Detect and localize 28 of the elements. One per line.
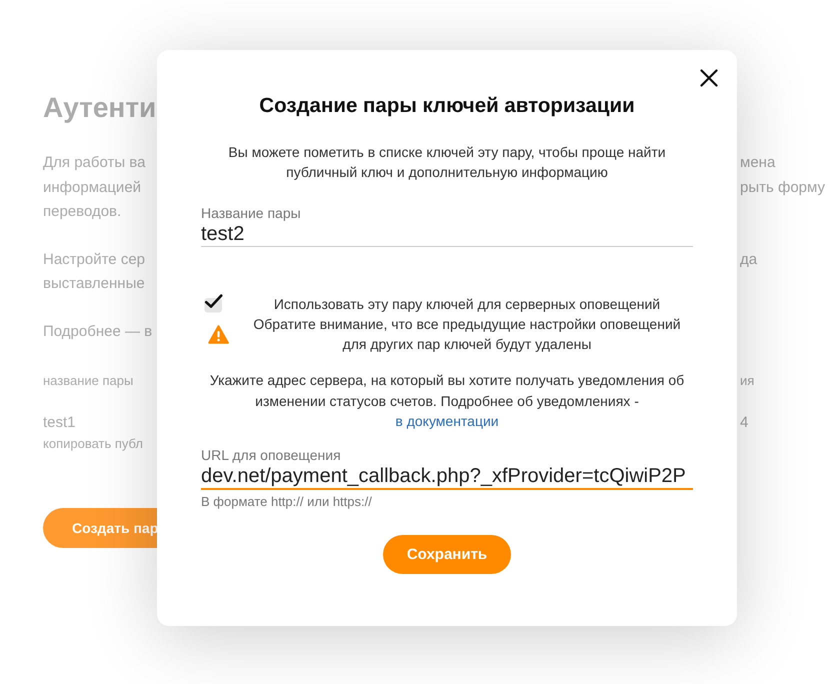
url-label: URL для оповещения — [201, 446, 342, 464]
url-format-hint: В формате http:// или https:// — [201, 494, 373, 510]
paragraph-text: выставленные — [43, 274, 145, 294]
table-cell-text: 4 — [740, 413, 748, 433]
paragraph-text: информацией — [43, 178, 142, 198]
server-info-text: Укажите адрес сервера, на который вы хотите получать уведомления об изменении статусов счетов. Подробнее об уведомлениях - в документации — [208, 371, 686, 431]
dialog-description: Вы можете пометить в списке ключей эту пару, чтобы проще найти публичный ключ и дополнительную информацию — [227, 143, 667, 182]
paragraph-text: Подробнее — в — [43, 322, 152, 342]
close-icon[interactable] — [700, 69, 718, 87]
warning-icon — [208, 324, 229, 344]
paragraph-text: мена — [740, 153, 776, 173]
paragraph-text: переводов. — [43, 202, 122, 222]
warning-text: Обратите внимание, что все предыдущие настройки оповещений для других пар ключей будут удалены — [252, 315, 682, 354]
paragraph-text: рыть форму — [740, 178, 825, 198]
paragraph-text: Для работы ва — [43, 153, 146, 173]
page-heading: Аутенти — [43, 91, 156, 125]
table-cell-text: test1 — [43, 413, 76, 433]
checkbox[interactable] — [204, 294, 223, 313]
pair-name-field[interactable]: Название пары test2 — [201, 204, 693, 247]
documentation-link[interactable]: в документации — [395, 413, 499, 429]
dialog-title: Создание пары ключей авторизации — [258, 93, 636, 119]
paragraph-text: Настройте сер — [43, 250, 146, 270]
paragraph-text: да — [740, 250, 758, 270]
pair-name-label: Название пары — [201, 204, 302, 222]
notify-option-label[interactable]: Использовать эту пару ключей для серверных оповещений — [241, 294, 693, 314]
column-header: название пары — [43, 372, 134, 390]
url-field[interactable]: URL для оповещения dev.net/payment_callback.php?_xfProvider=tcQiwiP2P — [201, 446, 693, 490]
column-header: ия — [740, 372, 754, 390]
